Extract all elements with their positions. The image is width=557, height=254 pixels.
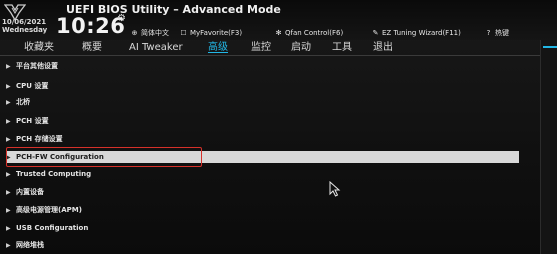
menu-item-platform-misc[interactable]: ▶ 平台其他设置 xyxy=(6,60,519,72)
date-display: 10/06/2021 Wednesday xyxy=(2,18,56,34)
chevron-right-icon: ▶ xyxy=(6,63,11,70)
tab-exit[interactable]: 退出 xyxy=(373,41,393,55)
fan-icon: ✻ xyxy=(275,29,282,37)
gear-icon[interactable]: ⚙ xyxy=(117,14,127,24)
chevron-right-icon: ▶ xyxy=(6,99,11,106)
menu-item-northbridge[interactable]: ▶ 北桥 xyxy=(6,96,519,108)
menu-item-pch-config[interactable]: ▶ PCH 设置 xyxy=(6,115,519,127)
highlight-annotation-box xyxy=(6,147,202,167)
help-icon: ? xyxy=(486,29,491,37)
date-text: 10/06/2021 xyxy=(2,18,47,26)
tab-tool[interactable]: 工具 xyxy=(332,41,352,55)
panel-accent-line xyxy=(543,46,557,58)
qfan-control-label: Qfan Control(F6) xyxy=(285,29,344,37)
myfavorite-button[interactable]: ☐ MyFavorite(F3) xyxy=(179,28,242,39)
menu-item-cpu-config[interactable]: ▶ CPU 设置 xyxy=(6,80,519,92)
menu-item-network-stack[interactable]: ▶ 网络堆栈 xyxy=(6,239,519,251)
star-icon: ☐ xyxy=(180,29,187,37)
wand-icon: ✎ xyxy=(372,29,379,37)
tab-favorites[interactable]: 收藏夹 xyxy=(24,41,54,55)
menu-item-label: 北桥 xyxy=(16,98,30,106)
menu-item-label: Trusted Computing xyxy=(16,170,92,178)
tab-boot[interactable]: 启动 xyxy=(291,41,311,55)
menu-item-apm[interactable]: ▶ 高级电源管理(APM) xyxy=(6,204,519,216)
main-tabs: 收藏夹 概要 AI Tweaker 高级 监控 启动 工具 退出 xyxy=(0,40,540,56)
qfan-control-button[interactable]: ✻ Qfan Control(F6) xyxy=(274,28,344,39)
chevron-right-icon: ▶ xyxy=(6,136,11,143)
ez-tuning-wizard-label: EZ Tuning Wizard(F11) xyxy=(382,29,461,37)
hardware-monitor-panel xyxy=(540,40,557,254)
language-button[interactable]: ⊕ 简体中文 xyxy=(130,28,169,39)
chevron-right-icon: ▶ xyxy=(6,189,11,196)
weekday-text: Wednesday xyxy=(2,26,48,34)
bios-screen: UEFI BIOS Utility – Advanced Mode 10/06/… xyxy=(0,0,557,254)
chevron-right-icon: ▶ xyxy=(6,242,11,249)
menu-item-label: USB Configuration xyxy=(16,224,89,232)
language-label: 简体中文 xyxy=(141,29,169,37)
menu-item-label: PCH 设置 xyxy=(16,117,49,125)
myfavorite-label: MyFavorite(F3) xyxy=(190,29,243,37)
tab-advanced[interactable]: 高级 xyxy=(208,41,228,55)
menu-item-usb-config[interactable]: ▶ USB Configuration xyxy=(6,222,519,234)
globe-icon: ⊕ xyxy=(131,29,138,37)
tab-main[interactable]: 概要 xyxy=(82,41,102,55)
tab-monitor[interactable]: 监控 xyxy=(251,41,271,55)
menu-item-label: 高级电源管理(APM) xyxy=(16,206,82,214)
menu-item-onboard-devices[interactable]: ▶ 内置设备 xyxy=(6,186,519,198)
clock: 10:26 xyxy=(56,14,126,38)
chevron-right-icon: ▶ xyxy=(6,225,11,232)
chevron-right-icon: ▶ xyxy=(6,207,11,214)
menu-item-label: 网络堆栈 xyxy=(16,241,44,249)
chevron-right-icon: ▶ xyxy=(6,118,11,125)
menu-item-label: PCH 存储设置 xyxy=(16,135,63,143)
tab-ai-tweaker[interactable]: AI Tweaker xyxy=(129,41,183,55)
chevron-right-icon: ▶ xyxy=(6,83,11,90)
chevron-right-icon: ▶ xyxy=(6,171,11,178)
mouse-cursor-icon xyxy=(329,181,341,197)
header-bar: UEFI BIOS Utility – Advanced Mode 10/06/… xyxy=(0,0,557,40)
hotkeys-label: 热键 xyxy=(495,29,509,37)
menu-item-label: 平台其他设置 xyxy=(16,62,58,70)
menu-item-label: 内置设备 xyxy=(16,188,44,196)
menu-item-label: CPU 设置 xyxy=(16,82,49,90)
menu-item-pch-storage[interactable]: ▶ PCH 存储设置 xyxy=(6,133,519,145)
ez-tuning-wizard-button[interactable]: ✎ EZ Tuning Wizard(F11) xyxy=(371,28,461,39)
menu-item-trusted-computing[interactable]: ▶ Trusted Computing xyxy=(6,168,519,180)
hotkeys-button[interactable]: ? 热键 xyxy=(484,28,509,39)
